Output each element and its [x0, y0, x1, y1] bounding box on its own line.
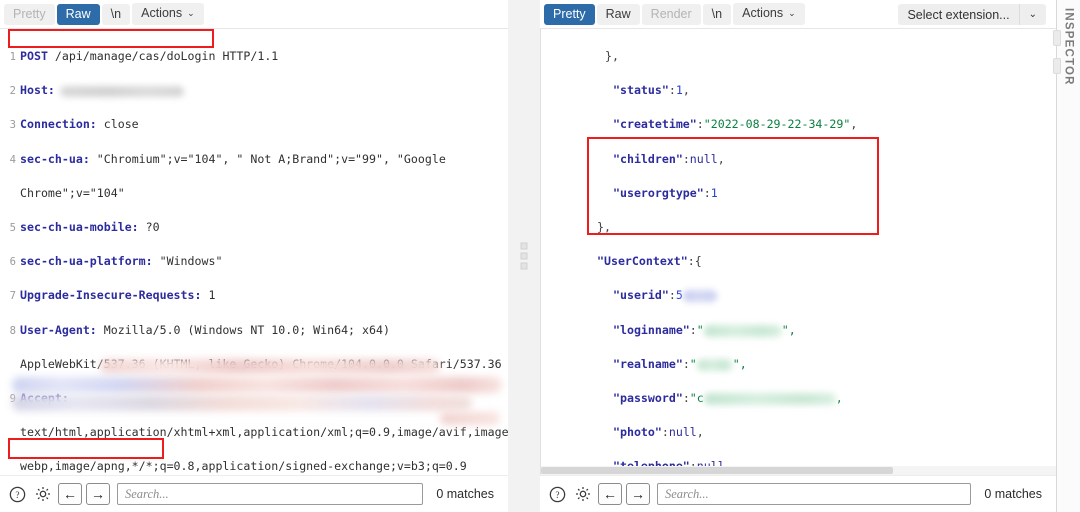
select-extension-label: Select extension...: [907, 7, 1010, 22]
response-toolbar: Pretty Raw Render \n Actions ⌄ Select ext…: [540, 0, 1056, 28]
code-line: text/html,application/xhtml+xml,applicat…: [20, 425, 508, 440]
scrollbar-thumb[interactable]: [541, 467, 893, 474]
burp-suite-message-editor: Pretty Raw \n Actions ⌄ 1 POST /api/manage…: [0, 0, 1080, 512]
redacted-cookie-block: [100, 359, 440, 374]
code-line: },: [597, 220, 611, 235]
gear-icon[interactable]: [572, 483, 594, 505]
response-search-bar: ? ← → Search... 0 matches: [540, 475, 1056, 512]
response-panel: Pretty Raw Render \n Actions ⌄ Select ext…: [540, 0, 1056, 512]
inspector-rail-tab-1[interactable]: [1053, 30, 1061, 46]
request-match-count: 0 matches: [436, 487, 494, 501]
redacted-cookie-block-2: [12, 377, 502, 393]
request-actions-menu[interactable]: Actions ⌄: [132, 3, 204, 25]
chevron-down-icon: ⌄: [1028, 9, 1037, 20]
code-line: },: [605, 49, 619, 64]
redacted-loginname: [703, 324, 782, 337]
code-line: 2 Host:: [8, 82, 508, 99]
help-icon[interactable]: ?: [6, 483, 28, 505]
response-actions-label: Actions: [742, 6, 784, 20]
response-tab-pretty[interactable]: Pretty: [544, 3, 595, 25]
code-line: 8 User-Agent: Mozilla/5.0 (Windows NT 10.…: [9, 322, 390, 337]
request-tab-newline[interactable]: \n: [101, 3, 131, 25]
search-next-button[interactable]: →: [86, 483, 110, 505]
code-line: "password":"c,: [613, 390, 843, 405]
request-tab-raw[interactable]: Raw: [56, 3, 100, 25]
splitter-handle-icon[interactable]: [520, 242, 528, 270]
help-icon[interactable]: ?: [546, 483, 568, 505]
response-actions-menu[interactable]: Actions ⌄: [733, 3, 805, 25]
chevron-down-icon: ⌄: [187, 8, 195, 18]
code-line: 7 Upgrade-Insecure-Requests: 1: [9, 288, 216, 303]
request-search-bar: ? ← → Search... 0 matches: [0, 475, 508, 512]
search-prev-button[interactable]: ←: [598, 483, 622, 505]
code-line: "children":null,: [613, 151, 725, 166]
request-toolbar: Pretty Raw \n Actions ⌄: [0, 0, 508, 28]
code-line: "photo":null,: [613, 425, 704, 440]
search-placeholder: Search...: [125, 486, 169, 501]
code-line: 4 sec-ch-ua: "Chromium";v="104", " Not A;…: [9, 151, 446, 166]
code-line: 3 Connection: close: [9, 117, 139, 132]
svg-text:?: ?: [15, 491, 19, 501]
inspector-rail[interactable]: INSPECTOR: [1053, 0, 1080, 512]
response-tab-raw[interactable]: Raw: [596, 3, 640, 25]
response-match-count: 0 matches: [984, 487, 1042, 501]
code-line: "status":1,: [613, 83, 690, 98]
redacted-userid: [682, 290, 717, 303]
response-horizontal-scrollbar[interactable]: [541, 466, 1056, 475]
panel-splitter[interactable]: [508, 0, 540, 512]
gear-icon[interactable]: [32, 483, 54, 505]
code-line: 5 sec-ch-ua-mobile: ?0: [9, 220, 160, 235]
request-search-input[interactable]: Search...: [117, 483, 424, 505]
chevron-down-icon: ⌄: [788, 8, 796, 18]
code-line: 1 POST /api/manage/cas/doLogin HTTP/1.1: [9, 49, 279, 64]
code-line: 6 sec-ch-ua-platform: "Windows": [9, 254, 223, 269]
redacted-cookie-tail: [440, 412, 500, 425]
response-tab-render[interactable]: Render: [641, 3, 701, 25]
code-line: "userorgtype":1: [613, 185, 718, 200]
inspector-label: INSPECTOR: [1062, 8, 1075, 86]
redacted-jsessionid-block: [12, 395, 472, 411]
code-line: webp,image/apng,*/*;q=0.8,application/si…: [20, 459, 467, 474]
code-line: "realname":" ",: [613, 356, 747, 371]
redacted-host: [59, 86, 184, 98]
request-tab-pretty[interactable]: Pretty: [4, 3, 55, 25]
svg-text:?: ?: [555, 491, 559, 501]
redacted-realname: [696, 358, 733, 371]
search-prev-button[interactable]: ←: [58, 483, 82, 505]
redacted-password: [703, 392, 836, 405]
response-json-text: }, "status":1, "createtime":"2022-08-29-…: [589, 31, 857, 475]
search-next-button[interactable]: →: [626, 483, 650, 505]
request-panel: Pretty Raw \n Actions ⌄ 1 POST /api/manage…: [0, 0, 508, 512]
response-code-area[interactable]: }, "status":1, "createtime":"2022-08-29-…: [540, 28, 1056, 475]
select-extension-dropdown[interactable]: Select extension... ⌄: [898, 4, 1046, 25]
request-actions-label: Actions: [141, 6, 183, 20]
code-line: "userid":5: [589, 287, 857, 304]
inspector-rail-tab-2[interactable]: [1053, 58, 1061, 74]
code-line: Chrome";v="104": [20, 185, 125, 200]
request-code-area[interactable]: 1 POST /api/manage/cas/doLogin HTTP/1.1 2…: [0, 28, 508, 475]
code-line: "loginname":" ",: [613, 322, 796, 337]
search-placeholder: Search...: [665, 486, 709, 501]
response-search-input[interactable]: Search...: [657, 483, 972, 505]
code-line: "createtime":"2022-08-29-22-34-29",: [613, 117, 858, 132]
code-line: "UserContext":{: [597, 254, 702, 269]
response-tab-newline[interactable]: \n: [702, 3, 732, 25]
